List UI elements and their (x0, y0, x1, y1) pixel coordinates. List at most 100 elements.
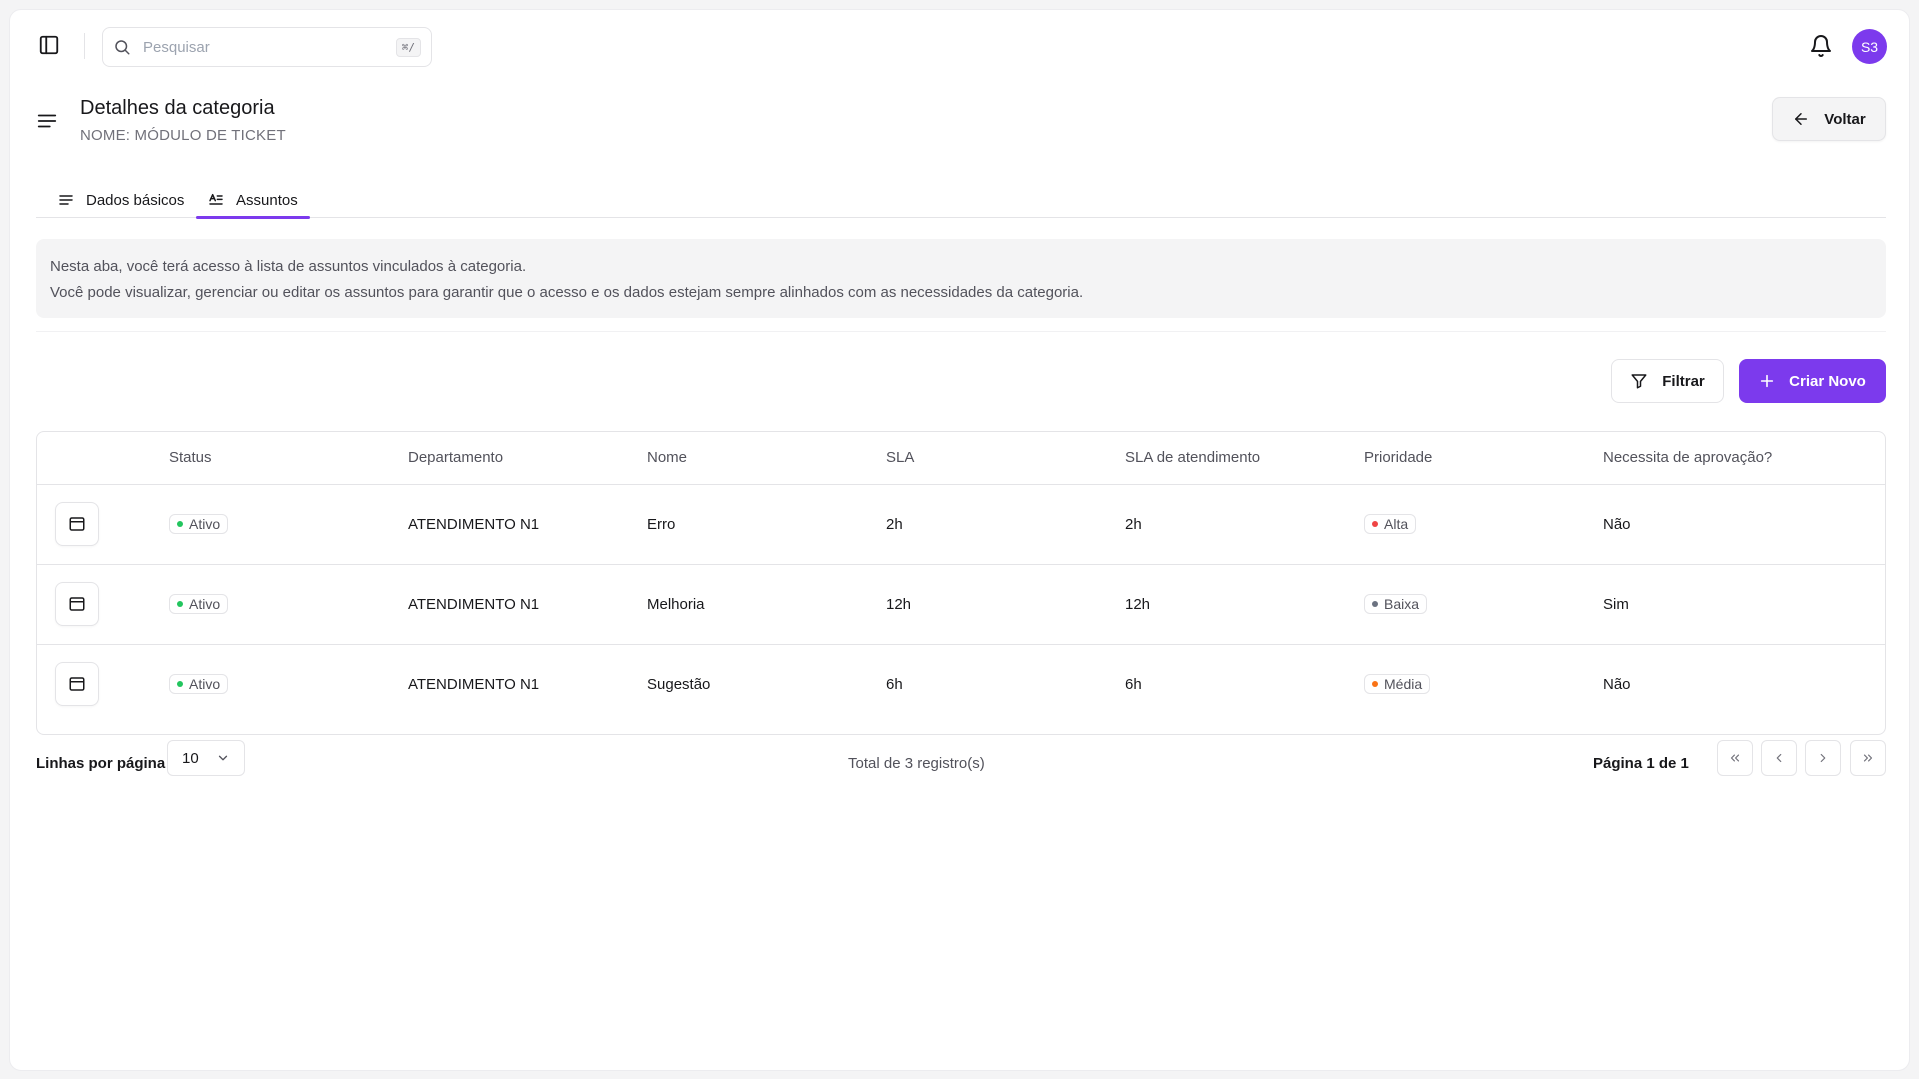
page-title: Detalhes da categoria (80, 97, 275, 119)
topbar-divider (84, 33, 85, 59)
row-details-button[interactable] (55, 662, 99, 707)
tabs-divider (36, 217, 1886, 218)
calendar-icon (69, 517, 85, 531)
search-icon (115, 40, 130, 55)
last-page-button[interactable] (1850, 740, 1886, 776)
cell-sla-atendimento: 2h (1125, 484, 1364, 565)
cell-nome: Erro (647, 484, 886, 565)
arrow-left-icon (1795, 113, 1808, 125)
status-text: Ativo (189, 516, 221, 532)
chevrons-right-icon (1863, 754, 1873, 762)
status-text: Ativo (189, 676, 221, 693)
info-line-1: Nesta aba, você terá acesso à lista de a… (50, 258, 527, 275)
priority-dot (1372, 681, 1378, 688)
create-new-button[interactable]: Criar Novo (1739, 359, 1886, 403)
cell-sla: 12h (886, 564, 1125, 645)
sidebar-toggle-button[interactable] (34, 30, 64, 60)
next-page-button[interactable] (1805, 740, 1841, 776)
cell-sla: 6h (886, 675, 903, 693)
rows-per-page-select[interactable]: 10 (167, 740, 245, 776)
total-records: Total de 3 registro(s) (848, 755, 985, 772)
priority-dot (1372, 601, 1378, 607)
priority-text: Alta (1384, 516, 1409, 532)
cell-aprovacao: Não (1603, 675, 1631, 693)
table-header-row: Status Departamento Nome SLA SLA de aten… (37, 432, 1885, 485)
table-row: Ativo ATENDIMENTO N1 Sugestão 6h 6h Médi… (37, 644, 1885, 724)
header-nome: Nome (647, 432, 886, 485)
plus-icon (1761, 374, 1774, 388)
rows-per-page-value: 10 (182, 749, 199, 767)
back-button[interactable]: Voltar (1772, 97, 1886, 141)
chevrons-left-icon (1730, 754, 1740, 762)
table-row: Ativo ATENDIMENTO N1 Erro 2h 2h Alta Não (37, 484, 1885, 565)
filter-icon (1631, 374, 1647, 389)
list-icon (59, 195, 73, 205)
tab-assuntos[interactable]: Assuntos (196, 182, 310, 219)
cell-aprovacao: Não (1603, 484, 1885, 565)
header-aprovacao: Necessita de aprovação? (1603, 432, 1885, 485)
priority-dot (1372, 521, 1378, 527)
header-actions (37, 432, 169, 485)
subjects-table: Status Departamento Nome SLA SLA de aten… (36, 431, 1886, 735)
filter-button[interactable]: Filtrar (1611, 359, 1724, 403)
list-text-icon (209, 193, 223, 205)
menu-button[interactable] (36, 110, 58, 132)
calendar-icon (69, 677, 85, 691)
cell-sla-atendimento: 6h (1125, 675, 1142, 693)
back-button-label: Voltar (1824, 110, 1866, 128)
tab-label: Dados básicos (86, 191, 185, 209)
status-badge: Ativo (169, 674, 229, 695)
tab-label: Assuntos (236, 191, 298, 209)
search-box[interactable]: ⌘/ (102, 27, 432, 67)
calendar-icon (69, 597, 85, 611)
cell-departamento: ATENDIMENTO N1 (408, 564, 647, 645)
status-badge: Ativo (169, 514, 229, 534)
info-line-2: Você pode visualizar, gerenciar ou edita… (50, 284, 1084, 301)
cell-nome: Melhoria (647, 564, 886, 645)
bell-icon (1811, 35, 1831, 57)
filter-button-label: Filtrar (1662, 372, 1705, 390)
chevron-down-icon (218, 755, 228, 761)
status-badge: Ativo (169, 594, 229, 614)
tab-dados-basicos[interactable]: Dados básicos (46, 182, 196, 218)
sidebar-toggle-icon (39, 35, 59, 55)
cell-sla-atendimento: 12h (1125, 564, 1364, 645)
status-text: Ativo (189, 596, 221, 612)
header-prioridade: Prioridade (1364, 432, 1603, 485)
priority-text: Média (1384, 676, 1423, 693)
priority-badge: Alta (1364, 514, 1417, 534)
priority-badge: Baixa (1364, 594, 1428, 614)
header-sla-atendimento: SLA de atendimento (1125, 432, 1364, 485)
previous-page-button[interactable] (1761, 740, 1797, 776)
cell-nome: Sugestão (647, 675, 711, 693)
cell-departamento: ATENDIMENTO N1 (408, 484, 647, 565)
cell-departamento: ATENDIMENTO N1 (408, 675, 540, 693)
page-subtitle: NOME: MÓDULO DE TICKET (80, 127, 286, 144)
row-details-button[interactable] (55, 582, 99, 626)
rows-per-page-label: Linhas por página (36, 755, 166, 772)
row-details-button[interactable] (55, 502, 99, 546)
notifications-button[interactable] (1809, 34, 1833, 58)
create-new-button-label: Criar Novo (1789, 372, 1866, 390)
info-box: Nesta aba, você terá acesso à lista de a… (36, 239, 1886, 318)
avatar[interactable]: S3 (1852, 29, 1887, 64)
status-dot (177, 521, 183, 527)
app-window: ⌘/ S3 Detalhes da categoria NOME: MÓDULO… (9, 9, 1910, 1071)
header-status: Status (169, 432, 408, 485)
status-dot (177, 601, 183, 607)
search-input[interactable] (143, 38, 396, 56)
page-indicator: Página 1 de 1 (1593, 755, 1689, 772)
active-tab-indicator (196, 216, 310, 219)
table-row: Ativo ATENDIMENTO N1 Melhoria 12h 12h Ba… (37, 564, 1885, 645)
chevron-right-icon (1820, 753, 1826, 763)
status-dot (177, 681, 183, 688)
first-page-button[interactable] (1717, 740, 1753, 776)
cell-aprovacao: Sim (1603, 564, 1885, 645)
section-divider (36, 331, 1886, 332)
menu-icon (37, 114, 57, 128)
search-shortcut: ⌘/ (395, 37, 421, 57)
header-departamento: Departamento (408, 432, 647, 485)
cell-sla: 2h (886, 484, 1125, 565)
priority-badge: Média (1364, 674, 1431, 695)
header-sla: SLA (886, 432, 1125, 485)
